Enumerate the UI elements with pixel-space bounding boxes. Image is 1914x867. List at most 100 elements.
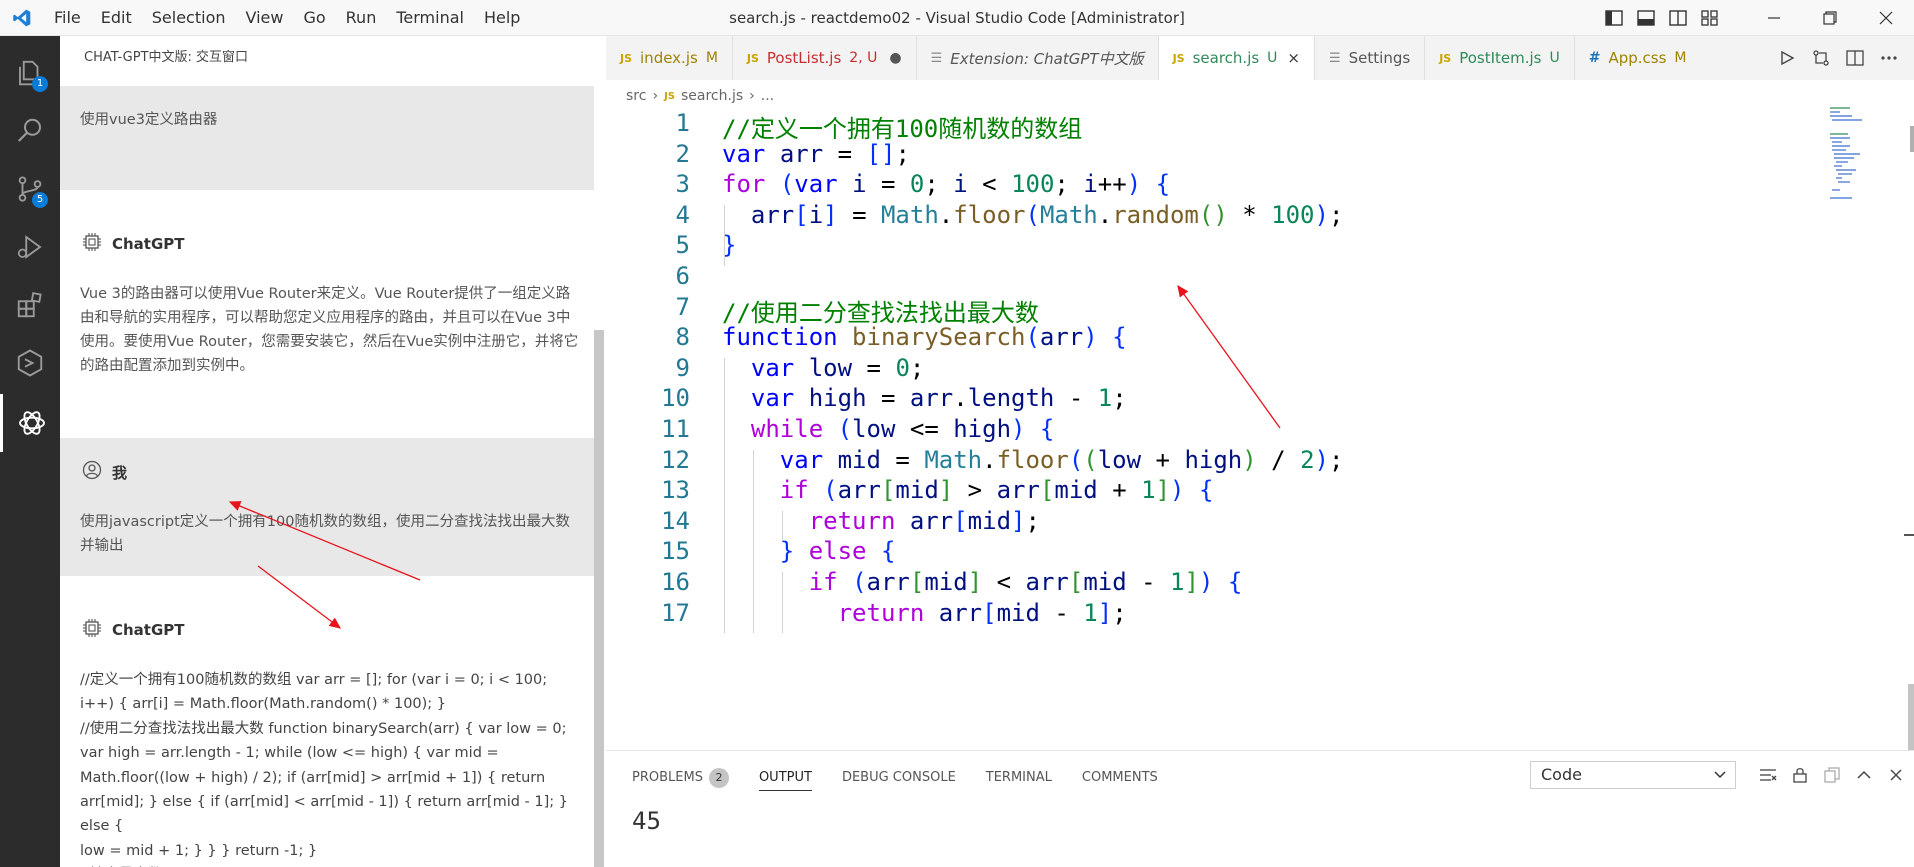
output-channel-value: Code: [1541, 765, 1582, 784]
breadcrumb-more[interactable]: ...: [761, 88, 774, 104]
line-number: 11: [661, 415, 690, 443]
panel-tab-comments[interactable]: COMMENTS: [1082, 765, 1158, 791]
minimize-icon[interactable]: [1746, 0, 1802, 36]
line-number: 1: [675, 109, 690, 137]
output-channel-select[interactable]: Code: [1530, 761, 1736, 789]
indent-guide: [724, 204, 725, 266]
tab-git-status: U: [1267, 50, 1278, 66]
indent-guide: [724, 357, 725, 634]
customize-layout-icon[interactable]: [1694, 0, 1726, 36]
menu-view[interactable]: View: [236, 0, 294, 36]
chevron-down-icon: [1713, 762, 1727, 796]
panel-tabs: PROBLEMS 2 OUTPUT DEBUG CONSOLE TERMINAL COMM…: [632, 765, 1188, 791]
panel-tab-label: OUTPUT: [758, 770, 812, 785]
panel-tab-problems[interactable]: PROBLEMS 2: [632, 765, 729, 791]
editor-scrollbar[interactable]: [1902, 104, 1914, 750]
chatgpt-panel: CHAT-GPT中文版: 交互窗口 使用vue3定义路由器 ChatGPT Vu…: [60, 36, 596, 867]
run-debug-icon[interactable]: [0, 218, 60, 276]
breadcrumb-folder[interactable]: src: [626, 88, 646, 104]
panel-tab-output[interactable]: OUTPUT: [758, 765, 812, 791]
more-actions-icon[interactable]: [1872, 36, 1906, 80]
menu-edit[interactable]: Edit: [91, 0, 142, 36]
panel-tab-label: PROBLEMS: [632, 770, 703, 785]
source-control-icon[interactable]: 5: [0, 160, 60, 218]
message-line: Math.floor((low + high) / 2); if (arr[mi…: [80, 769, 546, 786]
message-line: //使用二分查找法找出最大数 function binarySearch(arr…: [80, 720, 567, 737]
editor-area: JS index.js M JS PostList.js 2, U ● ☰ Extension:…: [606, 36, 1914, 750]
user-message: 使用vue3定义路由器: [60, 86, 594, 190]
search-icon[interactable]: [0, 102, 60, 160]
tab-postitem-js[interactable]: JS PostItem.js U: [1425, 36, 1575, 80]
tab-postlist-js[interactable]: JS PostList.js 2, U ●: [733, 36, 917, 80]
restore-icon[interactable]: [1802, 0, 1858, 36]
split-editor-icon[interactable]: [1838, 36, 1872, 80]
user-message: 我 使用javascript定义一个拥有100随机数的数组，使用二分查找法找出最…: [60, 438, 594, 576]
open-log-icon[interactable]: [1816, 761, 1848, 789]
line-number: 14: [661, 506, 690, 535]
tab-label: App.css: [1608, 49, 1667, 67]
toggle-secondary-sidebar-icon[interactable]: [1662, 0, 1694, 36]
panel-tab-label: TERMINAL: [985, 770, 1052, 785]
bot-message: ChatGPT //定义一个拥有100随机数的数组 var arr = []; …: [60, 576, 594, 867]
code-text: return arr[mid];: [808, 506, 1040, 535]
message-line: var high = arr.length - 1; while (low <=…: [80, 745, 499, 762]
menu-help[interactable]: Help: [474, 0, 530, 36]
extensions-icon[interactable]: [0, 276, 60, 334]
tab-label: Extension: ChatGPT中文版: [950, 49, 1144, 68]
user-avatar-icon: [82, 460, 102, 484]
compare-changes-icon[interactable]: [1804, 36, 1838, 80]
css-file-icon: #: [1588, 50, 1601, 66]
panel-tab-debug-console[interactable]: DEBUG CONSOLE: [842, 765, 956, 791]
tab-settings[interactable]: ☰ Settings: [1315, 36, 1426, 80]
line-number: 10: [661, 384, 690, 413]
chatgpt-extension-icon[interactable]: [0, 394, 60, 452]
code-text: var low = 0;: [750, 353, 925, 382]
clear-output-icon[interactable]: [1752, 761, 1784, 789]
line-number: 15: [661, 537, 690, 566]
close-window-icon[interactable]: [1858, 0, 1914, 36]
vscode-logo-icon[interactable]: [0, 0, 44, 36]
remote-explorer-icon[interactable]: [0, 334, 60, 392]
explorer-icon[interactable]: 1: [0, 44, 60, 102]
line-number: 2: [675, 139, 690, 168]
code-text: while (low <= high) {: [750, 415, 1055, 443]
tab-label: PostList.js: [766, 49, 842, 67]
tab-index-js[interactable]: JS index.js M: [606, 36, 733, 80]
code-line[interactable]: 17 return arr[mid - 1];: [606, 599, 1806, 636]
menu-file[interactable]: File: [44, 0, 91, 36]
line-number: 6: [675, 262, 690, 290]
js-file-icon: JS: [746, 51, 759, 65]
menu-terminal[interactable]: Terminal: [386, 0, 474, 36]
extension-page-icon: ☰: [930, 50, 943, 66]
indent-guide: [781, 510, 783, 542]
chip-icon: [82, 232, 102, 256]
chip-icon: [82, 618, 102, 642]
maximize-panel-icon[interactable]: [1848, 761, 1880, 789]
close-tab-icon[interactable]: ×: [1287, 49, 1300, 67]
tab-search-js[interactable]: JS search.js U ×: [1158, 36, 1315, 80]
panel-tab-terminal[interactable]: TERMINAL: [986, 765, 1052, 791]
menu-go[interactable]: Go: [293, 0, 335, 36]
tab-git-status: M: [705, 50, 718, 66]
menu-selection[interactable]: Selection: [142, 0, 236, 36]
line-number: 9: [675, 353, 690, 382]
tab-app-css[interactable]: # App.css M: [1575, 36, 1687, 80]
indent-guide: [781, 572, 783, 634]
minimap[interactable]: [1828, 104, 1908, 204]
run-file-icon[interactable]: [1770, 36, 1804, 80]
close-panel-icon[interactable]: [1880, 761, 1912, 789]
message-code-text: //定义一个拥有100随机数的数组 var arr = []; for (var…: [80, 668, 590, 867]
panel-tab-label: DEBUG CONSOLE: [841, 770, 956, 785]
toggle-panel-icon[interactable]: [1630, 0, 1662, 36]
breadcrumb-file[interactable]: search.js: [681, 88, 743, 104]
code-text: var high = arr.length - 1;: [750, 384, 1127, 413]
chatgpt-panel-scrollbar[interactable]: [594, 330, 604, 867]
problems-count-badge: 2: [708, 768, 729, 788]
line-number: 12: [661, 445, 690, 474]
tab-extension-chatgpt-[interactable]: ☰ Extension: ChatGPT中文版: [917, 36, 1159, 80]
menu-run[interactable]: Run: [336, 0, 387, 36]
unsaved-dot-icon[interactable]: ●: [889, 50, 901, 66]
lock-scroll-icon[interactable]: [1784, 761, 1816, 789]
message-text: Vue 3的路由器可以使用Vue Router来定义。Vue Router提供了…: [80, 286, 579, 374]
toggle-primary-sidebar-icon[interactable]: [1598, 0, 1630, 36]
